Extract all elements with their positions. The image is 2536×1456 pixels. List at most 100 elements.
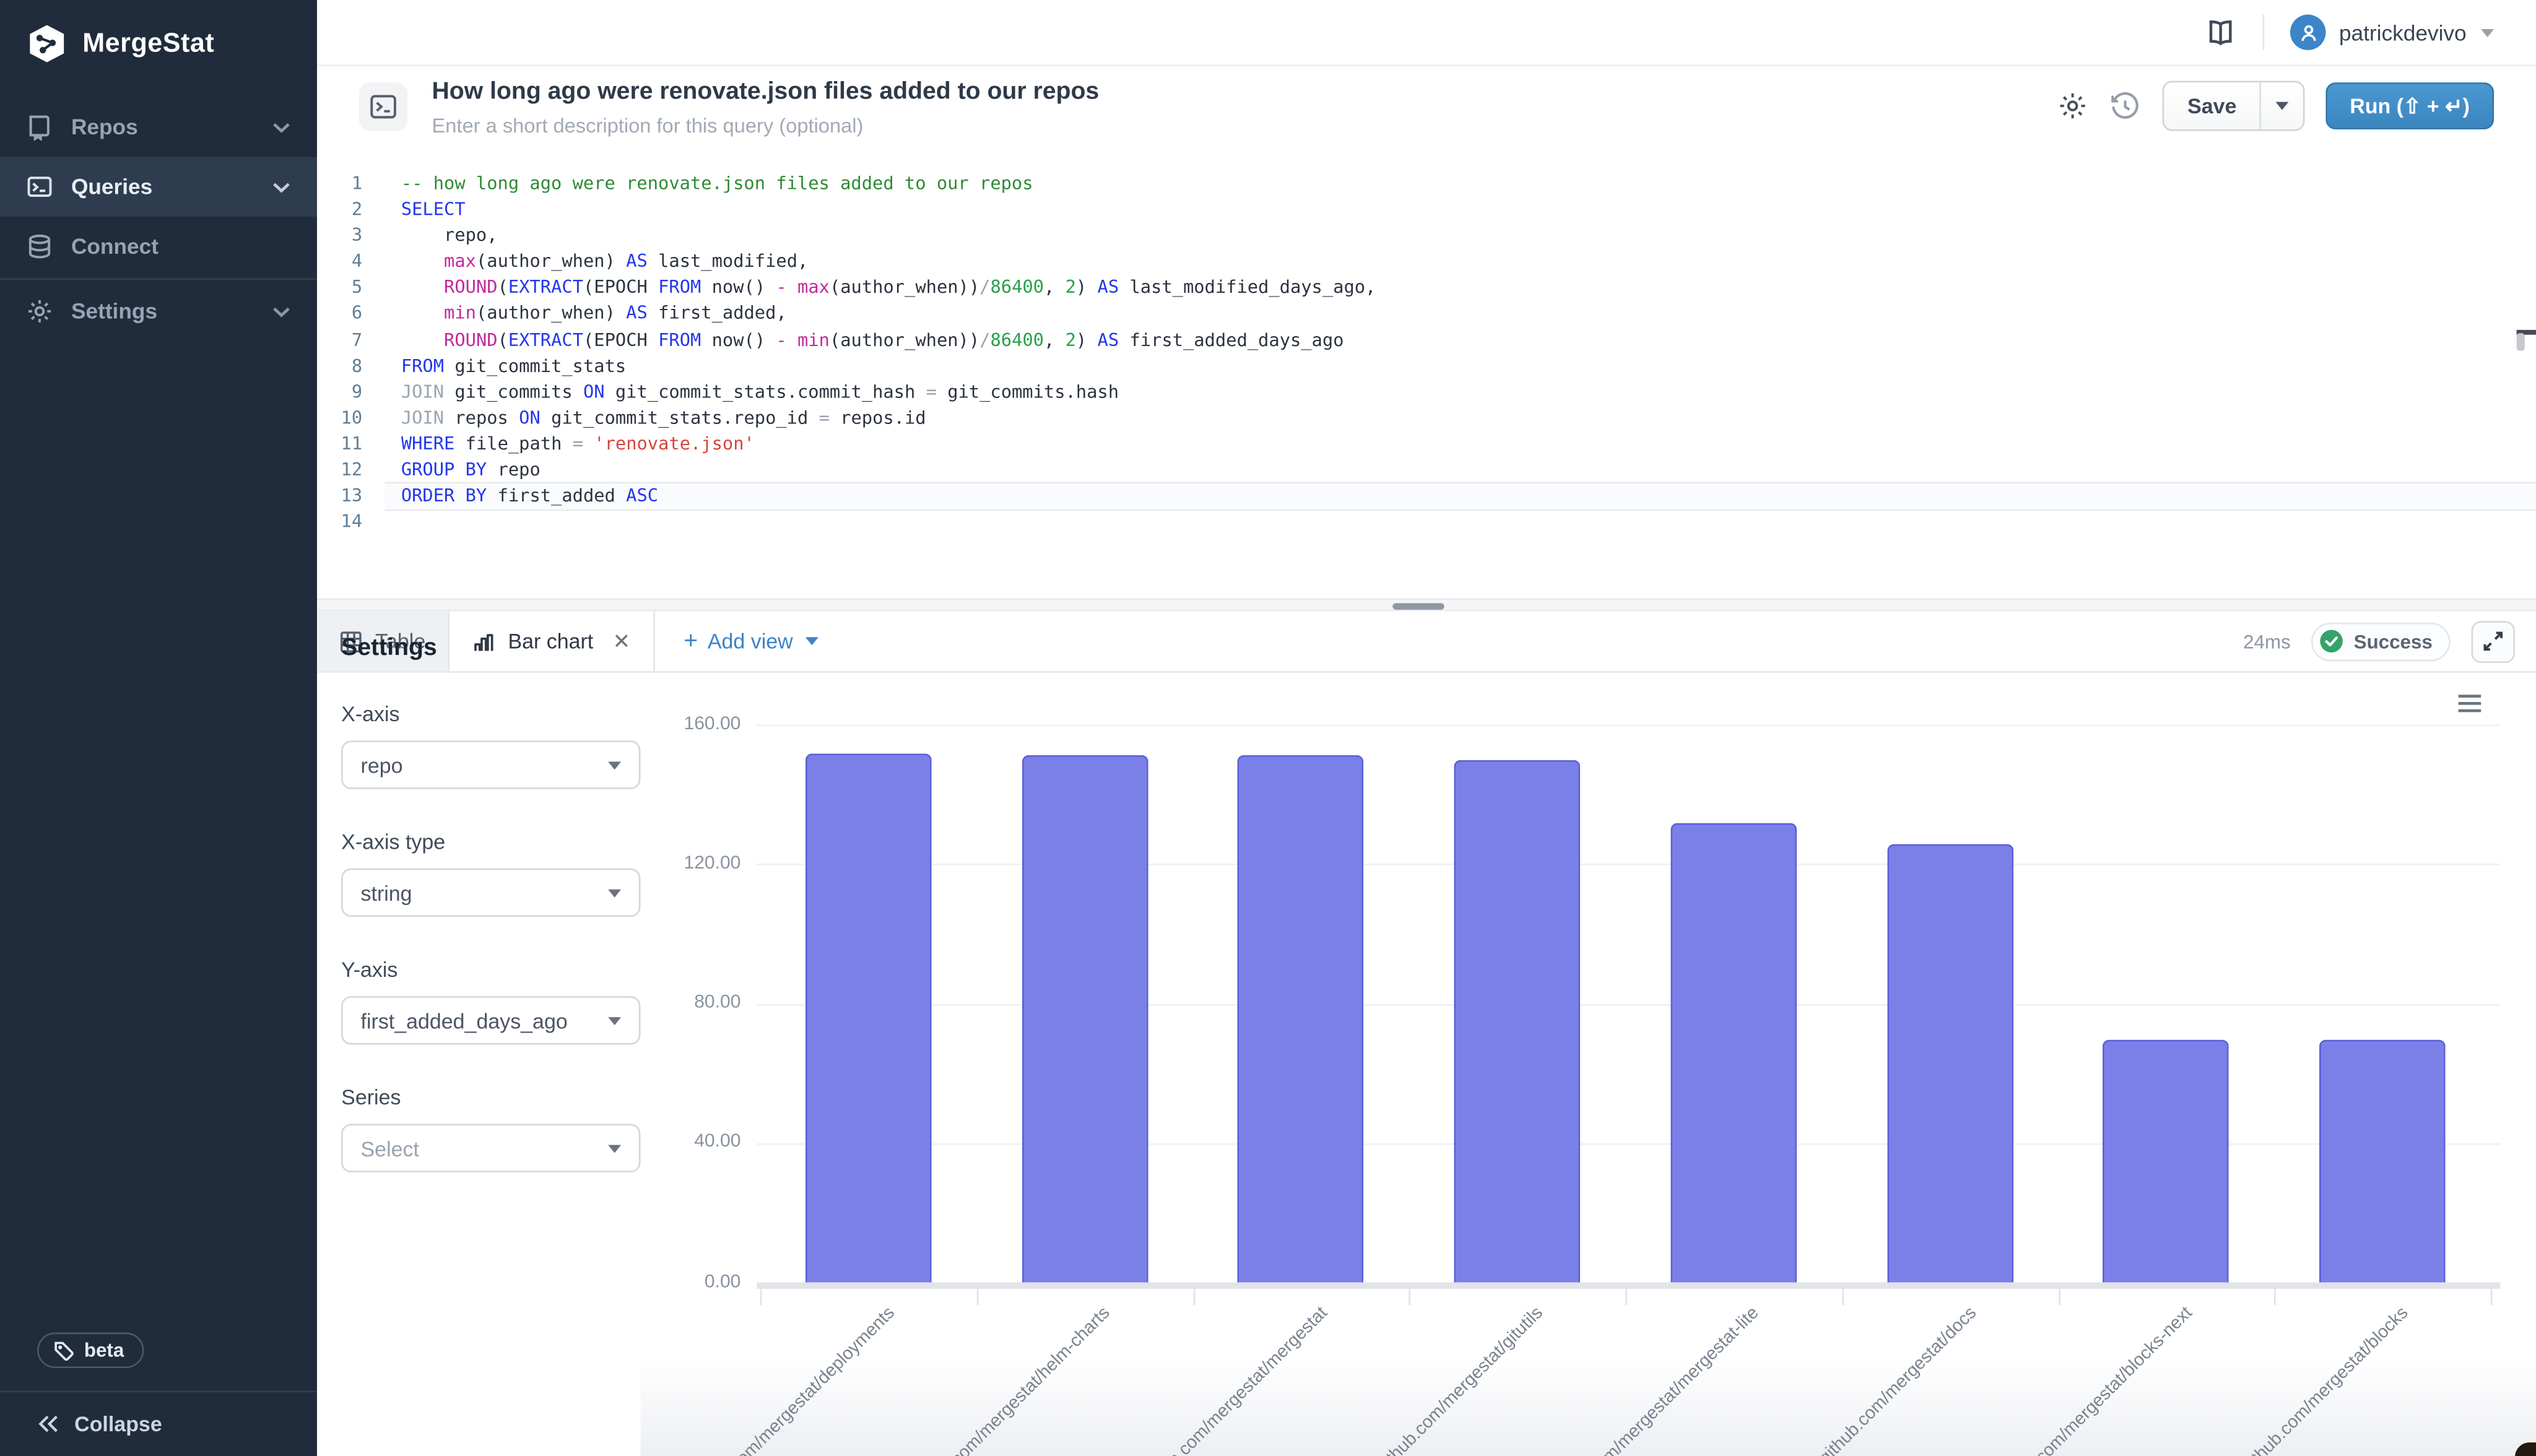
select-x-axis-type[interactable]: string: [341, 869, 640, 917]
code-text: repo,: [385, 223, 2536, 249]
topbar-divider: [2263, 15, 2265, 50]
bar-deployments[interactable]: [806, 754, 932, 1282]
y-axis-tick-label: 120.00: [640, 854, 740, 873]
mergestat-app: MergeStat Repos: [0, 0, 2536, 1456]
query-header: How long ago were renovate.json files ad…: [317, 66, 2536, 162]
code-text: GROUP BY repo: [385, 457, 2536, 483]
x-axis-category-label: github.com/mergestat/deployments: [688, 1303, 898, 1456]
code-text: -- how long ago were renovate.json files…: [385, 171, 2536, 197]
query-history-button[interactable]: [2110, 90, 2142, 122]
chart-menu-hamburger-icon[interactable]: [2457, 694, 2483, 713]
x-axis-line: [757, 1283, 2501, 1288]
sidebar-item-connect[interactable]: Connect: [0, 217, 317, 277]
code-line[interactable]: 2SELECT: [317, 197, 2536, 223]
query-title[interactable]: How long ago were renovate.json files ad…: [432, 77, 1099, 105]
bar-helm-charts[interactable]: [1022, 755, 1148, 1283]
code-line[interactable]: 8FROM git_commit_stats: [317, 353, 2536, 379]
status-badge: Success: [2312, 622, 2451, 661]
field-label-x-axis: X-axis: [341, 702, 640, 726]
code-line[interactable]: 5 ROUND(EXTRACT(EPOCH FROM now() - max(a…: [317, 275, 2536, 301]
line-number: 3: [317, 223, 385, 249]
query-description-input[interactable]: Enter a short description for this query…: [432, 115, 863, 137]
code-line[interactable]: 14: [317, 509, 2536, 535]
code-line[interactable]: 10JOIN repos ON git_commit_stats.repo_id…: [317, 405, 2536, 431]
docs-book-icon[interactable]: [2205, 19, 2237, 45]
success-check-icon: [2320, 629, 2344, 653]
editor-scrollbar-thumb[interactable]: [2517, 333, 2525, 351]
bar-mergestat[interactable]: [1238, 755, 1364, 1282]
expand-arrows-icon: [2483, 631, 2504, 652]
bar-blocks[interactable]: [2319, 1039, 2446, 1282]
line-number: 2: [317, 197, 385, 223]
collapse-sidebar-button[interactable]: Collapse: [0, 1390, 317, 1456]
select-y-axis[interactable]: first_added_days_ago: [341, 996, 640, 1044]
x-axis-category-label: github.com/mergestat/blocks: [2239, 1303, 2413, 1456]
view-settings-title: Settings: [341, 634, 640, 661]
bar-blocks-next[interactable]: [2103, 1039, 2230, 1283]
double-chevron-left-icon: [37, 1415, 60, 1433]
results-panel: Table Bar chart ✕ + Add view 24ms: [317, 611, 2536, 1456]
results-tabs-row: Table Bar chart ✕ + Add view 24ms: [317, 611, 2536, 672]
select-x-axis[interactable]: repo: [341, 740, 640, 789]
terminal-icon: [369, 92, 398, 121]
gear-icon: [2058, 90, 2089, 121]
bar-chart-canvas: 0.0040.0080.00120.00160.00github.com/mer…: [640, 671, 2536, 1456]
run-query-button[interactable]: Run (⇧ + ↵): [2325, 82, 2494, 129]
username[interactable]: patrickdevivo: [2339, 20, 2467, 45]
avatar[interactable]: [2290, 15, 2325, 50]
add-view-button[interactable]: + Add view: [684, 611, 819, 671]
code-line[interactable]: 3 repo,: [317, 223, 2536, 249]
line-number: 10: [317, 405, 385, 431]
panel-resize-handle[interactable]: [1392, 602, 1444, 609]
collapse-label: Collapse: [74, 1411, 162, 1436]
save-options-caret-button[interactable]: [2259, 82, 2303, 129]
line-number: 1: [317, 171, 385, 197]
code-line[interactable]: 6 min(author_when) AS first_added,: [317, 301, 2536, 327]
select-series[interactable]: Select: [341, 1124, 640, 1172]
code-text: [385, 509, 2536, 535]
sql-editor[interactable]: 1-- how long ago were renovate.json file…: [317, 162, 2536, 598]
sidebar-item-queries[interactable]: Queries: [0, 157, 317, 217]
line-number: 4: [317, 249, 385, 275]
chevron-down-icon: [272, 121, 291, 134]
save-button[interactable]: Save: [2165, 82, 2259, 129]
x-axis-tick: [1409, 1288, 1411, 1304]
field-label-y-axis: Y-axis: [341, 957, 640, 981]
sidebar-item-label: Queries: [71, 175, 254, 199]
sidebar-item-repos[interactable]: Repos: [0, 97, 317, 157]
view-settings-panel: Settings X-axisrepoX-axis typestringY-ax…: [341, 634, 640, 1172]
bar-docs[interactable]: [1887, 843, 2013, 1282]
bar-gitutils[interactable]: [1454, 760, 1581, 1283]
query-type-icon-box: [359, 82, 407, 131]
add-view-label: Add view: [708, 629, 793, 653]
sidebar-item-settings[interactable]: Settings: [0, 282, 317, 342]
code-line[interactable]: 11WHERE file_path = 'renovate.json': [317, 431, 2536, 457]
select-caret-icon: [608, 888, 621, 896]
gridline: [757, 864, 2501, 866]
user-menu-caret-icon[interactable]: [2481, 28, 2494, 37]
code-line[interactable]: 9JOIN git_commits ON git_commit_stats.co…: [317, 379, 2536, 405]
code-line[interactable]: 1-- how long ago were renovate.json file…: [317, 171, 2536, 197]
sidebar-item-label: Settings: [71, 299, 254, 323]
query-settings-gear-button[interactable]: [2058, 90, 2089, 121]
select-caret-icon: [608, 1016, 621, 1025]
expand-results-button[interactable]: [2472, 620, 2516, 662]
x-axis-category-label: github.com/mergestat/mergestat-lite: [1549, 1303, 1763, 1456]
code-line[interactable]: 7 ROUND(EXTRACT(EPOCH FROM now() - min(a…: [317, 327, 2536, 353]
line-number: 5: [317, 275, 385, 301]
x-axis-category-label: github.com/mergestat/helm-charts: [911, 1303, 1114, 1456]
queries-icon: [26, 173, 53, 201]
code-line[interactable]: 12GROUP BY repo: [317, 457, 2536, 483]
add-view-caret-icon: [806, 637, 819, 645]
save-split-button: Save: [2163, 81, 2304, 131]
line-number: 8: [317, 353, 385, 379]
code-text: ROUND(EXTRACT(EPOCH FROM now() - min(aut…: [385, 327, 2536, 353]
tag-icon: [53, 1340, 74, 1361]
x-axis-tick: [2491, 1288, 2493, 1304]
brand[interactable]: MergeStat: [0, 0, 317, 84]
query-actions: Save Run (⇧ + ↵): [2058, 82, 2494, 129]
code-line[interactable]: 13ORDER BY first_added ASC: [317, 483, 2536, 509]
panel-resize-bar: [317, 599, 2536, 612]
bar-mergestat-lite[interactable]: [1670, 823, 1797, 1283]
code-line[interactable]: 4 max(author_when) AS last_modified,: [317, 249, 2536, 275]
